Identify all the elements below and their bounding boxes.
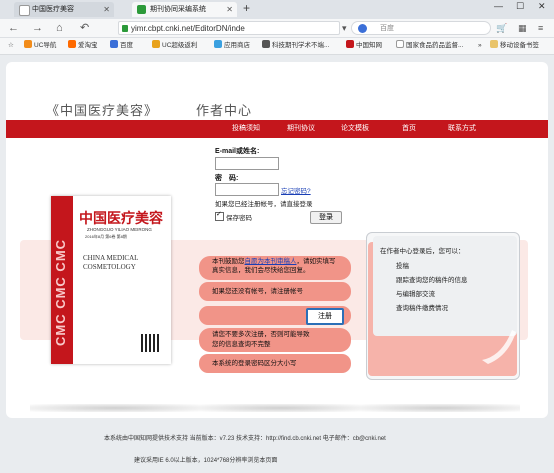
- bookmark-icon: [346, 40, 354, 48]
- after-login-heading: 在作者中心登录后，您可以：: [380, 248, 465, 255]
- journal-title: 《中国医疗美容》: [46, 103, 159, 118]
- address-bar[interactable]: yimr.cbpt.cnki.net/EditorDN/inde: [118, 21, 340, 35]
- forgot-password-link[interactable]: 忘记密码?: [281, 185, 311, 195]
- bookmark-icon: [68, 40, 76, 48]
- bookmark-icon: [110, 40, 118, 48]
- cover-title: 中国医疗美容: [79, 212, 163, 227]
- minimize-icon[interactable]: —: [494, 1, 503, 11]
- search-input[interactable]: 百度: [351, 21, 491, 35]
- login-button[interactable]: 登录: [310, 211, 342, 224]
- bookmark-app-store[interactable]: 应用商店: [214, 39, 250, 53]
- grid-icon[interactable]: ▦: [518, 19, 527, 37]
- checkmark-icon: ✓: [216, 211, 222, 218]
- journal-cover: CMC CMC CMC 中国医疗美容 ZHONGGUO YILIAO MEIRO…: [51, 196, 171, 364]
- bookmark-uc-rebate[interactable]: UC超级返利: [152, 39, 197, 53]
- browser-tab-1[interactable]: 中国医疗美容 ✕: [14, 2, 114, 17]
- bookmark-icon: [152, 40, 160, 48]
- bookmark-icon: [214, 40, 222, 48]
- close-window-icon[interactable]: ✕: [538, 1, 546, 12]
- menu-submission-guide[interactable]: 投稿须知: [232, 120, 260, 138]
- register-hint: 如果您已经注册帐号，请直接登录: [215, 201, 313, 208]
- cover-spine: CMC CMC CMC: [51, 196, 73, 364]
- maximize-icon[interactable]: ☐: [516, 1, 524, 12]
- secure-icon: [122, 25, 128, 32]
- footer-browser-hint: 建议采用IE 6.0以上版本，1024*768分辨率浏览本页面: [134, 458, 278, 464]
- bookmark-taobao[interactable]: 爱淘宝: [68, 39, 98, 53]
- cover-spine-text: CMC CMC CMC: [53, 238, 68, 346]
- after-login-item: 跟踪查询您的稿件的信息: [396, 277, 468, 284]
- email-field[interactable]: [215, 157, 279, 170]
- tab-title: 中国医疗美容: [32, 6, 74, 13]
- bookmarks-more-icon[interactable]: »: [478, 39, 482, 53]
- notice-register-text: 如果您还没有帐号，请注册帐号: [212, 288, 303, 295]
- after-login-item: 与编辑部交流: [396, 291, 435, 298]
- menu-paper-template[interactable]: 论文模板: [341, 120, 369, 138]
- page-title: 作者中心: [196, 103, 253, 118]
- shadow-decoration: [360, 404, 520, 412]
- search-engine-icon: [358, 24, 367, 33]
- forward-icon[interactable]: →: [32, 19, 43, 37]
- notice-duplicate-line2: 您的信息查询不完整: [212, 341, 271, 348]
- bookmark-baidu[interactable]: 百度: [110, 39, 133, 53]
- undo-icon[interactable]: ↶: [80, 19, 89, 37]
- close-tab-icon[interactable]: ✕: [226, 2, 233, 17]
- menu-icon[interactable]: ≡: [538, 19, 543, 37]
- close-tab-icon[interactable]: ✕: [103, 2, 110, 17]
- notice-duplicate-line1: 请您不要多次注册，否则可能导致: [212, 331, 310, 338]
- cover-title-en-2: COSMETOLOGY: [83, 263, 136, 271]
- bookmark-mobile[interactable]: 移动设备书签: [490, 39, 539, 53]
- menu-contact[interactable]: 联系方式: [448, 120, 476, 138]
- after-login-item: 投稿: [396, 263, 409, 270]
- remember-password-label: 保存密码: [226, 215, 252, 222]
- after-login-item: 查询稿件缴费情况: [396, 305, 448, 312]
- search-placeholder: 百度: [380, 25, 394, 32]
- bookmark-icon: [24, 40, 32, 48]
- dropdown-icon[interactable]: ▾: [342, 19, 347, 37]
- cover-pinyin: ZHONGGUO YILIAO MEIRONG: [87, 227, 152, 232]
- shadow-decoration: [200, 404, 360, 412]
- back-icon[interactable]: ←: [8, 19, 19, 37]
- cover-title-en-1: CHINA MEDICAL: [83, 254, 139, 262]
- cover-issue: 2016年8月 第6卷 第8期: [85, 234, 127, 239]
- footer-support: 本系统由中国知网提供技术支持 当前版本：v7.23 技术支持：http://fi…: [104, 436, 386, 442]
- bookmark-academic[interactable]: 科技期刊学术不端...: [262, 39, 329, 53]
- bookmark-icon: [262, 40, 270, 48]
- folder-icon: [490, 40, 498, 48]
- qr-code-icon: [141, 334, 159, 352]
- menu-home[interactable]: 首页: [402, 120, 416, 138]
- page-favicon-icon: [19, 5, 30, 16]
- remember-password-checkbox[interactable]: ✓: [215, 211, 224, 221]
- url-text: yimr.cbpt.cnki.net/EditorDN/inde: [131, 24, 245, 33]
- notice-reviewer-line1: 本刊鼓励您自愿为本刊审稿人，请如实填写: [212, 258, 336, 265]
- reviewer-link[interactable]: 自愿为本刊审稿人: [245, 258, 297, 265]
- notice-case-sensitive-text: 本系统的登录密码区分大小写: [212, 360, 297, 367]
- bookmark-cnki[interactable]: 中国知网: [346, 39, 382, 53]
- password-label: 密 码:: [215, 175, 239, 182]
- cart-icon[interactable]: 🛒: [496, 19, 507, 37]
- bookmark-uc-nav[interactable]: UC导航: [24, 39, 56, 53]
- bookmark-fda[interactable]: 国家食品药品监督...: [396, 39, 463, 53]
- tab-title: 期刊协同采编系统: [150, 6, 206, 13]
- shadow-decoration: [30, 404, 200, 412]
- decorative-curve-icon: [482, 330, 516, 364]
- notice-reviewer-line2: 真实信息，我们会尽快给您回复。: [212, 267, 310, 274]
- menu-journal-agreement[interactable]: 期刊协议: [287, 120, 315, 138]
- browser-tab-2[interactable]: 期刊协同采编系统 ✕: [132, 2, 237, 17]
- star-icon[interactable]: ☆: [8, 39, 14, 53]
- register-button[interactable]: 注册: [306, 308, 344, 325]
- cnki-favicon-icon: [137, 5, 146, 14]
- email-label: E-mail或姓名:: [215, 148, 260, 155]
- password-field[interactable]: [215, 183, 279, 196]
- new-tab-icon[interactable]: +: [243, 1, 250, 15]
- bookmark-icon: [396, 40, 404, 48]
- home-icon[interactable]: ⌂: [56, 19, 63, 37]
